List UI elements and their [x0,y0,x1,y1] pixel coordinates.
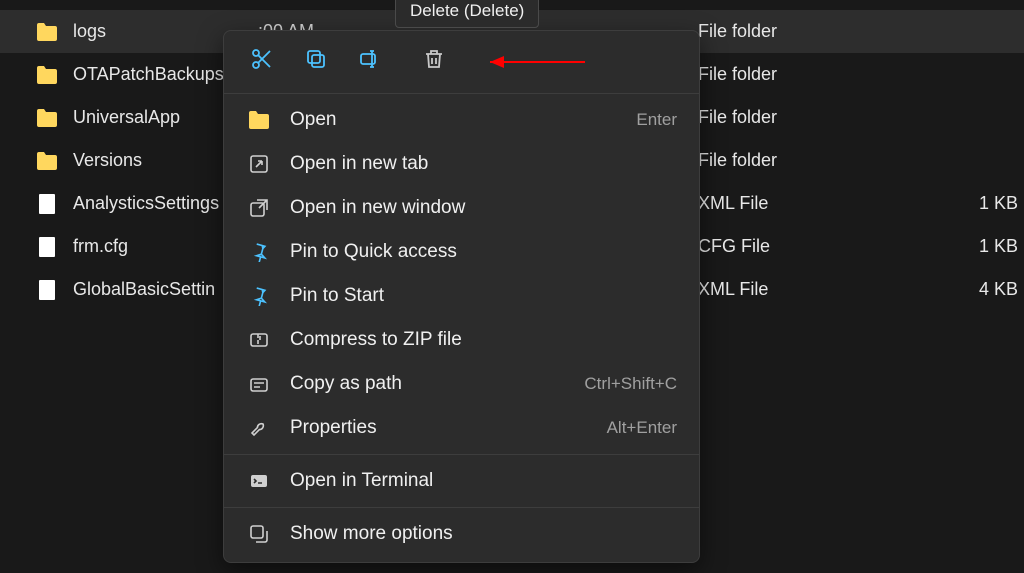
menu-open[interactable]: Open Enter [224,98,699,142]
menu-pin-quick-access[interactable]: Pin to Quick access [224,230,699,274]
menu-label: Pin to Start [290,285,677,307]
rename-button[interactable] [346,41,394,81]
terminal-icon [246,468,272,494]
menu-label: Properties [290,417,607,439]
separator [224,454,699,455]
menu-shortcut: Ctrl+Shift+C [584,374,677,394]
context-menu: Open Enter Open in new tab Open in new w… [223,30,700,563]
menu-label: Open [290,109,636,131]
scissors-icon [250,47,274,76]
file-type: XML File [698,279,938,300]
file-type: CFG File [698,236,938,257]
pin-icon [246,239,272,265]
new-tab-icon [246,151,272,177]
delete-button[interactable] [410,41,458,81]
file-icon [35,235,59,259]
folder-icon [35,106,59,130]
file-size: 4 KB [938,279,1018,300]
trash-icon [422,47,446,76]
file-size: 1 KB [938,193,1018,214]
zip-icon [246,327,272,353]
menu-label: Open in Terminal [290,470,677,492]
file-icon [35,192,59,216]
file-type: File folder [698,21,938,42]
file-type: File folder [698,107,938,128]
menu-label: Compress to ZIP file [290,329,677,351]
menu-pin-start[interactable]: Pin to Start [224,274,699,318]
file-type: XML File [698,193,938,214]
copy-path-icon [246,371,272,397]
more-options-icon [246,521,272,547]
copy-button[interactable] [292,41,340,81]
menu-compress-zip[interactable]: Compress to ZIP file [224,318,699,362]
menu-shortcut: Enter [636,110,677,130]
file-size: 1 KB [938,236,1018,257]
menu-open-new-window[interactable]: Open in new window [224,186,699,230]
menu-label: Show more options [290,523,677,545]
menu-open-terminal[interactable]: Open in Terminal [224,459,699,503]
delete-tooltip: Delete (Delete) [395,0,539,28]
copy-icon [304,47,328,76]
new-window-icon [246,195,272,221]
file-type: File folder [698,64,938,85]
cut-button[interactable] [238,41,286,81]
menu-open-new-tab[interactable]: Open in new tab [224,142,699,186]
folder-icon [35,63,59,87]
folder-icon [35,20,59,44]
folder-icon [35,149,59,173]
file-type: File folder [698,150,938,171]
rename-icon [358,47,382,76]
context-toolbar [224,31,699,89]
menu-shortcut: Alt+Enter [607,418,677,438]
pin-icon [246,283,272,309]
file-icon [35,278,59,302]
open-folder-icon [246,107,272,133]
menu-properties[interactable]: Properties Alt+Enter [224,406,699,450]
menu-label: Pin to Quick access [290,241,677,263]
menu-label: Open in new window [290,197,677,219]
wrench-icon [246,415,272,441]
menu-label: Copy as path [290,373,584,395]
menu-label: Open in new tab [290,153,677,175]
separator [224,93,699,94]
menu-copy-as-path[interactable]: Copy as path Ctrl+Shift+C [224,362,699,406]
menu-show-more[interactable]: Show more options [224,512,699,556]
separator [224,507,699,508]
